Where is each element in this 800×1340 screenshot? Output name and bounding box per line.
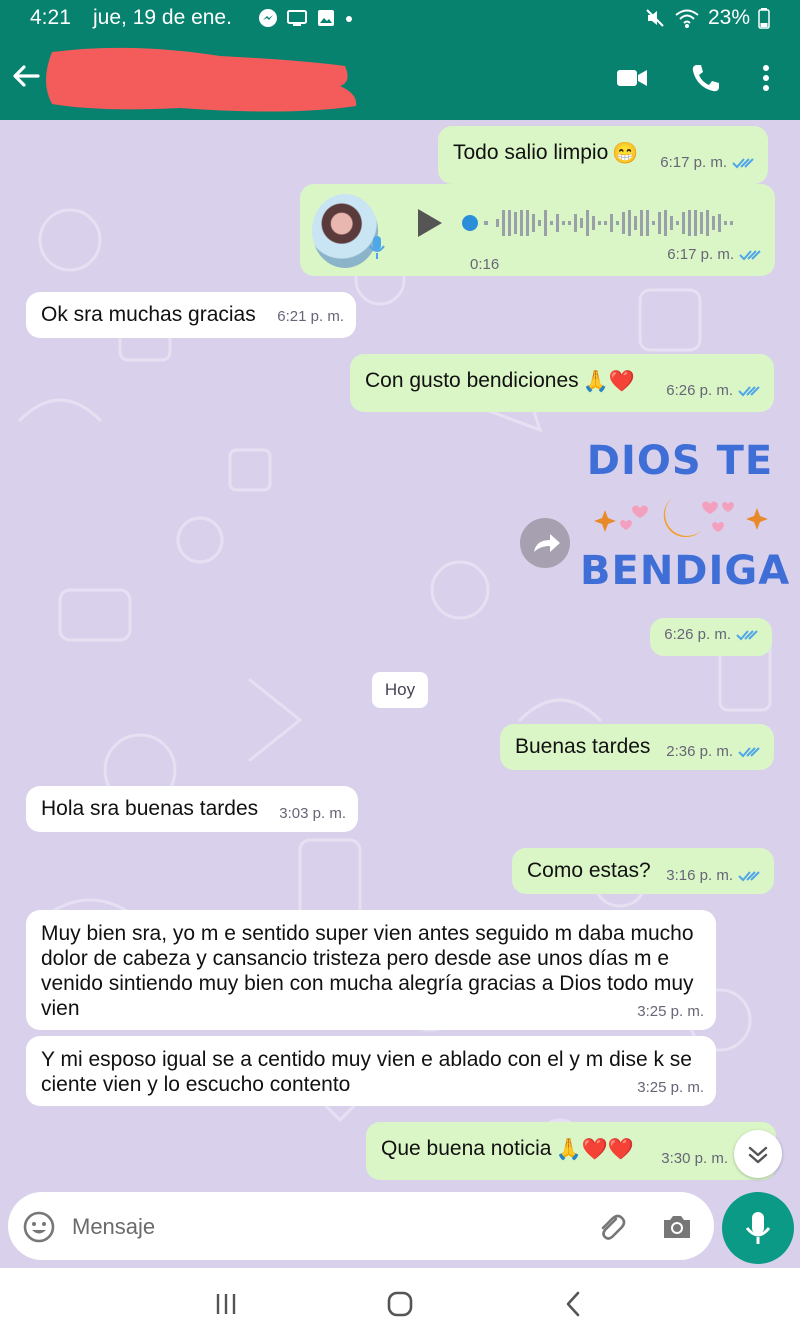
sticker-text-line-2: BENDIGA bbox=[580, 548, 791, 594]
message-bubble-incoming[interactable]: Hola sra buenas tardes 3:03 p. m. bbox=[26, 786, 358, 832]
message-text: Ok sra muchas gracias bbox=[41, 303, 256, 326]
recent-apps-icon[interactable] bbox=[210, 1288, 242, 1320]
message-emoji: 🙏❤️ bbox=[582, 369, 635, 393]
mic-icon bbox=[745, 1212, 771, 1244]
message-bubble-incoming[interactable]: Muy bien sra, yo m e sentido super vien … bbox=[26, 910, 716, 1030]
message-text: Todo salio limpio bbox=[453, 141, 609, 164]
sticker-text-line-1: DIOS TE bbox=[586, 438, 774, 484]
message-text: Y mi esposo igual se a centido muy vien … bbox=[41, 1048, 692, 1096]
status-system-icons: 23% bbox=[644, 6, 770, 30]
status-date: jue, 19 de ene. bbox=[93, 6, 232, 29]
dot-icon bbox=[346, 16, 352, 22]
battery-percentage: 23% bbox=[707, 6, 750, 29]
chat-area[interactable]: Todo salio limpio 😁 6:17 p. m. 0:16 6:17 … bbox=[0, 120, 800, 1188]
message-time: 2:36 p. m. bbox=[666, 743, 733, 760]
message-time: 3:25 p. m. bbox=[637, 1079, 704, 1096]
status-time: 4:21 bbox=[30, 6, 71, 29]
emoji-icon[interactable] bbox=[22, 1210, 56, 1244]
message-emoji: 🙏❤️❤️ bbox=[555, 1137, 634, 1161]
message-emoji: 😁 bbox=[612, 141, 639, 165]
message-text: Buenas tardes bbox=[515, 735, 651, 758]
message-input[interactable]: Mensaje bbox=[72, 1214, 155, 1240]
message-bubble-outgoing[interactable]: Con gusto bendiciones 🙏❤️ 6:26 p. m. bbox=[350, 354, 774, 412]
message-time: 6:21 p. m. bbox=[277, 308, 344, 325]
mic-icon bbox=[369, 236, 385, 259]
read-receipt-icon bbox=[739, 249, 761, 260]
more-options-icon[interactable] bbox=[748, 60, 784, 96]
voice-waveform[interactable] bbox=[460, 208, 760, 238]
read-receipt-icon bbox=[732, 157, 754, 168]
voice-message-bubble[interactable]: 0:16 6:17 p. m. bbox=[300, 184, 775, 276]
read-receipt-icon bbox=[738, 870, 760, 881]
chat-header bbox=[0, 36, 800, 120]
message-text: Que buena noticia bbox=[381, 1137, 552, 1160]
read-receipt-icon bbox=[736, 629, 758, 640]
message-bubble-outgoing[interactable]: Todo salio limpio 😁 6:17 p. m. bbox=[438, 126, 768, 184]
home-icon[interactable] bbox=[384, 1288, 416, 1320]
redacted-contact-name bbox=[46, 47, 357, 112]
message-time: 6:26 p. m. bbox=[664, 626, 731, 643]
back-icon[interactable] bbox=[558, 1288, 590, 1320]
read-receipt-icon bbox=[738, 746, 760, 757]
moon-hearts-icon bbox=[594, 498, 768, 538]
voice-duration: 0:16 bbox=[470, 256, 500, 273]
message-time: 6:17 p. m. bbox=[667, 246, 734, 263]
camera-icon[interactable] bbox=[660, 1210, 694, 1244]
voice-call-icon[interactable] bbox=[688, 60, 724, 96]
mute-icon bbox=[646, 9, 664, 27]
message-text: Muy bien sra, yo m e sentido super vien … bbox=[41, 922, 694, 1020]
message-bubble-outgoing[interactable]: Que buena noticia 🙏❤️❤️ 3:30 p. m. bbox=[366, 1122, 776, 1180]
date-separator: Hoy bbox=[372, 672, 428, 708]
back-arrow-icon[interactable] bbox=[10, 60, 42, 92]
message-time: 3:25 p. m. bbox=[637, 1003, 704, 1020]
scroll-to-bottom-button[interactable] bbox=[734, 1130, 782, 1178]
sticker-timestamp-badge: 6:26 p. m. bbox=[650, 618, 772, 656]
message-time: 6:17 p. m. bbox=[660, 154, 727, 171]
status-notification-icons bbox=[258, 8, 354, 28]
message-text: Hola sra buenas tardes bbox=[41, 797, 259, 820]
cast-icon bbox=[287, 10, 307, 26]
message-bubble-incoming[interactable]: Ok sra muchas gracias 6:21 p. m. bbox=[26, 292, 356, 338]
play-icon[interactable] bbox=[412, 206, 446, 240]
message-time: 6:26 p. m. bbox=[666, 382, 733, 399]
forward-arrow-icon bbox=[534, 534, 560, 552]
messenger-icon bbox=[259, 9, 277, 27]
message-bubble-incoming[interactable]: Y mi esposo igual se a centido muy vien … bbox=[26, 1036, 716, 1106]
voice-record-button[interactable] bbox=[722, 1192, 794, 1264]
message-time: 3:30 p. m. bbox=[661, 1150, 728, 1167]
double-chevron-down-icon bbox=[748, 1146, 768, 1164]
status-bar: 4:21 jue, 19 de ene. 23% bbox=[0, 0, 800, 36]
message-text: Como estas? bbox=[527, 859, 651, 882]
attach-icon[interactable] bbox=[594, 1210, 628, 1244]
read-receipt-icon bbox=[738, 385, 760, 396]
video-call-icon[interactable] bbox=[614, 60, 650, 96]
message-input-container[interactable]: Mensaje bbox=[8, 1192, 714, 1260]
wifi-icon bbox=[675, 9, 699, 28]
message-time: 3:16 p. m. bbox=[666, 867, 733, 884]
gallery-icon bbox=[318, 10, 334, 26]
message-time: 3:03 p. m. bbox=[279, 805, 346, 822]
battery-icon bbox=[758, 8, 770, 29]
message-composer: Mensaje bbox=[0, 1188, 800, 1268]
message-bubble-outgoing[interactable]: Buenas tardes 2:36 p. m. bbox=[500, 724, 774, 770]
sticker-message[interactable]: DIOS TE BENDIGA bbox=[580, 438, 791, 598]
message-text: Con gusto bendiciones bbox=[365, 369, 579, 392]
message-bubble-outgoing[interactable]: Como estas? 3:16 p. m. bbox=[512, 848, 774, 894]
forward-button[interactable] bbox=[520, 518, 570, 568]
system-navigation-bar bbox=[0, 1268, 800, 1340]
